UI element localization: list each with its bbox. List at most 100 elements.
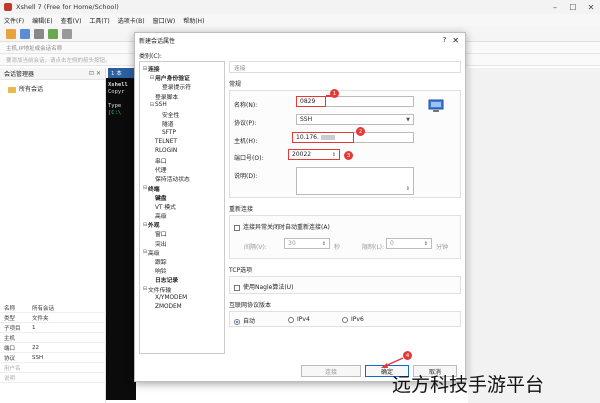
category-label: 类别(C): (139, 53, 162, 60)
tree-node-label: 外观 (148, 223, 160, 230)
terminal-line: Type (108, 103, 122, 109)
description-textarea[interactable]: ⇕ (296, 167, 414, 195)
dialog-titlebar: 新建会话属性 ? ✕ (135, 33, 465, 47)
prop-value: 所有会话 (32, 305, 55, 312)
menu-tabs[interactable]: 选项卡(B) (118, 16, 145, 25)
spinner-icon[interactable]: ⇕ (424, 241, 428, 247)
interval-label: 间隔(V): (244, 244, 267, 251)
session-tree-root[interactable]: 所有会话 (8, 84, 97, 93)
tree-node[interactable]: 高级 (140, 211, 224, 220)
minimize-icon[interactable]: – (546, 0, 564, 14)
tree-node[interactable]: ⊟ SSH (140, 101, 224, 110)
auto-reconnect-option[interactable]: 连接异常关闭时自动重新连接(A) (234, 222, 330, 231)
prop-value: 1 (32, 324, 36, 331)
help-icon[interactable]: ? (443, 36, 447, 44)
tree-node[interactable]: VT 模式 (140, 202, 224, 211)
tree-node[interactable]: RLOGIN (140, 147, 224, 156)
connect-icon[interactable] (34, 28, 44, 39)
prop-key: 名称 (4, 305, 16, 312)
menu-view[interactable]: 查看(V) (61, 16, 82, 25)
new-session-icon[interactable] (6, 28, 16, 39)
spinner-icon[interactable]: ⇕ (332, 152, 336, 158)
tree-node[interactable]: ZMODEM (140, 303, 224, 312)
connect-button-label: 连接 (324, 368, 337, 376)
ip-auto-option[interactable]: 自动 (234, 316, 255, 325)
tree-node[interactable]: 窗口 (140, 229, 224, 238)
terminal-line: Xshell (108, 82, 128, 88)
ipv4-label: IPv4 (297, 316, 310, 323)
connect-button[interactable]: 连接 (301, 365, 361, 377)
tree-node[interactable]: ⊟ 文件传输 (140, 285, 224, 294)
tree-node[interactable]: 跟踪 (140, 257, 224, 266)
prop-key: 用户名 (4, 365, 21, 372)
name-input[interactable]: 0829 (296, 96, 326, 107)
tree-node[interactable]: ⊟ 终端 (140, 183, 224, 193)
tree-node[interactable]: 保持活动状态 (140, 174, 224, 183)
auto-reconnect-checkbox[interactable] (234, 224, 240, 231)
dialog-close-icon[interactable]: ✕ (452, 36, 459, 45)
menu-tools[interactable]: 工具(T) (89, 16, 109, 25)
port-input[interactable]: 20022 ⇕ (288, 149, 340, 160)
tree-node[interactable]: 日志记录 (140, 275, 224, 284)
prop-row: 类型 文件夹 (0, 313, 106, 323)
ip-auto-label: 自动 (243, 318, 256, 325)
spinner-icon[interactable]: ⇕ (322, 241, 326, 247)
tree-node[interactable]: 键盘 (140, 193, 224, 202)
name-input-rest[interactable] (326, 96, 414, 107)
tree-node-label: 用户身份验证 (155, 76, 190, 83)
protocol-label: 协议(P): (234, 120, 257, 127)
tree-node[interactable]: ⊟ 外观 (140, 220, 224, 230)
tree-node[interactable]: 代理 (140, 165, 224, 174)
pin-close-icon[interactable]: ⊡ ✕ (89, 70, 101, 77)
ip-auto-radio[interactable] (234, 318, 240, 325)
prop-key: 子项目 (4, 325, 21, 332)
ipv4-option[interactable]: IPv4 (288, 316, 310, 323)
tree-node[interactable]: ⊟ 高级 (140, 248, 224, 257)
app-titlebar: Xshell 7 (Free for Home/School) – ☐ ✕ (0, 0, 600, 14)
tree-node[interactable]: 隧道 (140, 119, 224, 128)
interval-value: 30 (288, 240, 296, 247)
tree-node[interactable]: 登录脚本 (140, 92, 224, 101)
menu-help[interactable]: 帮助(H) (183, 16, 204, 25)
ipv6-radio[interactable] (342, 316, 348, 323)
terminal-area[interactable]: Xshell Copyr Type [C:\ (106, 78, 136, 400)
search-icon[interactable] (62, 28, 72, 39)
tree-node[interactable]: 串口 (140, 156, 224, 165)
tree-node[interactable]: SFTP (140, 128, 224, 137)
tree-node[interactable]: 突出 (140, 239, 224, 248)
tree-node[interactable]: 响铃 (140, 266, 224, 275)
ipv4-radio[interactable] (288, 316, 294, 323)
prop-value: 22 (32, 344, 39, 351)
protocol-select[interactable]: SSH ▼ (296, 114, 414, 125)
port-value: 20022 (292, 151, 312, 158)
terminal-tab-label: 1 本 (111, 71, 122, 77)
menu-edit[interactable]: 编辑(E) (32, 16, 52, 25)
nagle-option[interactable]: 使用Nagle算法(U) (234, 282, 293, 291)
menu-file[interactable]: 文件(F) (4, 16, 24, 25)
open-folder-icon[interactable] (20, 28, 30, 39)
scroll-arrows-icon[interactable]: ⇕ (406, 186, 410, 192)
host-input[interactable]: 10.176. (292, 132, 354, 143)
tree-node-label: 响铃 (155, 269, 167, 276)
maximize-icon[interactable]: ☐ (564, 0, 582, 14)
tree-node[interactable]: X/YMODEM (140, 294, 224, 303)
protocol-value: SSH (300, 116, 313, 123)
address-hint: 主机,IP地址或会话名称 (6, 45, 63, 52)
interval-unit: 秒 (334, 244, 341, 251)
limit-input[interactable]: 0 ⇕ (386, 238, 432, 249)
tree-node[interactable]: ⊟ 连接 (140, 64, 224, 74)
close-window-icon[interactable]: ✕ (582, 0, 600, 14)
tree-node[interactable]: 安全性 (140, 110, 224, 119)
limit-unit: 分钟 (436, 244, 449, 251)
menu-window[interactable]: 窗口(W) (153, 16, 176, 25)
tree-node[interactable]: ⊟ 用户身份验证 (140, 73, 224, 83)
ipv6-option[interactable]: IPv6 (342, 316, 364, 323)
watermark-text: 远方科技手游平台 (392, 374, 545, 396)
tree-node[interactable]: 登录提示符 (140, 82, 224, 91)
tree-node[interactable]: TELNET (140, 138, 224, 147)
tree-node-label: 键盘 (155, 195, 167, 202)
interval-input[interactable]: 30 ⇕ (284, 238, 330, 249)
copy-icon[interactable] (48, 28, 58, 39)
session-properties: 名称 所有会话 类型 文件夹 子项目 1 主机 端口 22 协议 SSH 用户名 说明 (0, 303, 106, 383)
nagle-checkbox[interactable] (234, 284, 240, 291)
